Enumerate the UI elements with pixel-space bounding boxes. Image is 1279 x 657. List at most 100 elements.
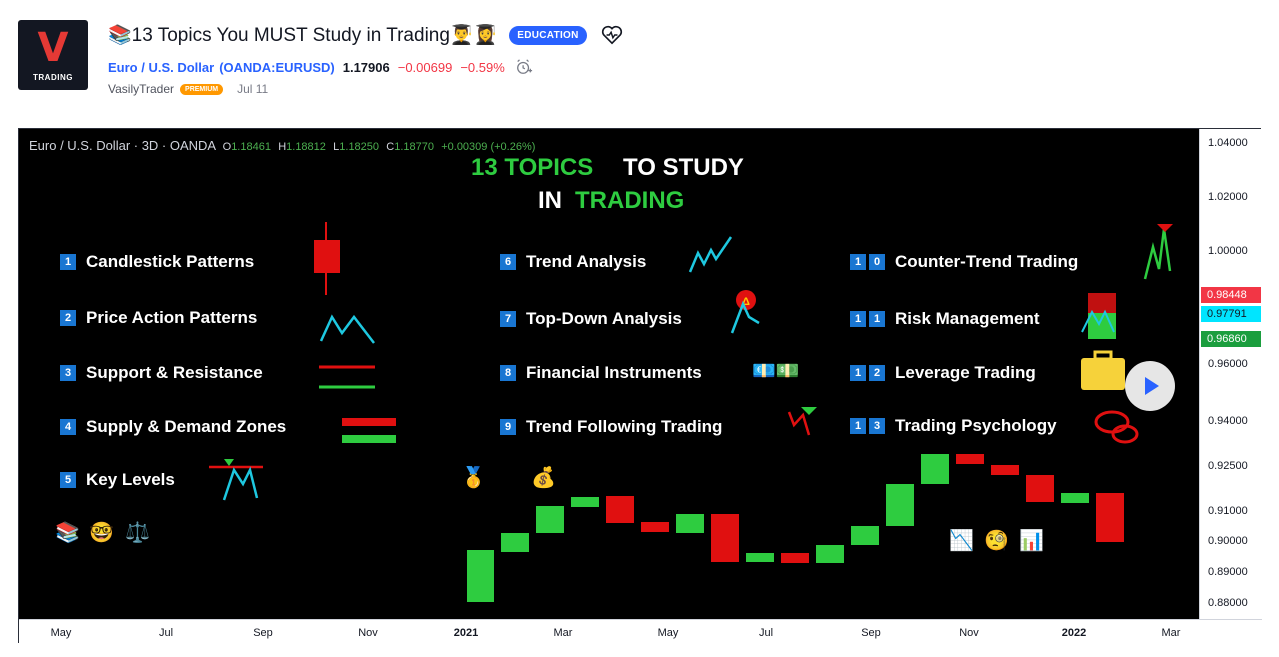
candle — [536, 506, 564, 533]
idea-header: V TRADING 📚13 Topics You MUST Study in T… — [0, 0, 1279, 120]
topic-6: 6 Trend Analysis — [500, 252, 646, 272]
price-tick: 0.91000 — [1208, 505, 1248, 517]
topic-11: 1 1 Risk Management — [850, 309, 1040, 329]
m-pattern-icon — [319, 314, 375, 344]
topic-2: 2 Price Action Patterns — [60, 308, 257, 328]
candle — [571, 497, 599, 507]
topic-1: 1 Candlestick Patterns — [60, 252, 254, 272]
trend-follow-icon — [787, 411, 811, 436]
price-tick: 0.90000 — [1208, 535, 1248, 547]
time-tick: Jul — [158, 627, 174, 639]
headline-to-study: TO STUDY — [623, 154, 744, 181]
monocle-face-icon: 🧐 — [984, 530, 1009, 552]
topic-3: 3 Support & Resistance — [60, 363, 263, 383]
time-tick: 2022 — [1061, 627, 1087, 639]
candle — [921, 454, 949, 484]
price-tick: 0.92500 — [1208, 460, 1248, 472]
bar-chart-icon: 📊 — [1019, 530, 1044, 552]
author-logo[interactable]: V TRADING — [18, 20, 88, 90]
candle — [467, 550, 494, 602]
topic-8: 8 Financial Instruments — [500, 363, 702, 383]
legend-close: 1.18770 — [394, 141, 434, 153]
topic-13: 1 3 Trading Psychology — [850, 416, 1057, 436]
price-change: −0.00699 — [397, 59, 453, 75]
sunglasses-face-icon: 😎 — [496, 467, 517, 489]
education-badge[interactable]: EDUCATION — [509, 25, 587, 45]
candle — [1061, 493, 1089, 503]
time-tick: Nov — [358, 627, 378, 639]
title-row: 📚13 Topics You MUST Study in Trading👨‍🎓👩… — [108, 23, 623, 47]
candle — [676, 514, 704, 533]
publish-date: Jul 11 — [237, 82, 269, 96]
headline-in: IN — [538, 187, 562, 214]
books-icon: 📚 — [55, 522, 80, 544]
alert-clock-icon[interactable] — [515, 58, 533, 76]
symbol-code[interactable]: (OANDA:EURUSD) — [219, 60, 335, 75]
price-label-cyan: 0.97791 — [1201, 306, 1261, 322]
candle — [641, 522, 669, 532]
symbol-row: Euro / U.S. Dollar (OANDA:EURUSD) 1.1790… — [108, 58, 533, 76]
candle — [886, 484, 914, 526]
topic-4: 4 Supply & Demand Zones — [60, 417, 286, 437]
speech-bubbles-icon — [1094, 410, 1130, 434]
scales-icon: ⚖️ — [125, 522, 150, 544]
chart-canvas[interactable]: Δ Euro / U.S. Dollar · 3D · OANDA O1.184… — [19, 129, 1199, 619]
candle — [851, 526, 879, 545]
price-axis[interactable]: 1.04000 1.02000 1.00000 0.98448 0.97791 … — [1199, 129, 1262, 619]
author-name[interactable]: VasilyTrader — [108, 82, 174, 96]
topic-12: 1 2 Leverage Trading — [850, 363, 1036, 383]
legend-symbol[interactable]: Euro / U.S. Dollar · 3D · OANDA — [29, 138, 215, 153]
headline-topics: 13 TOPICS — [471, 154, 594, 181]
time-tick: 2021 — [453, 627, 479, 639]
time-tick: Jul — [758, 627, 774, 639]
price-tick: 0.96000 — [1208, 358, 1248, 370]
time-tick: May — [657, 627, 679, 639]
time-tick: Mar — [1161, 627, 1181, 639]
topic-7: 7 Top-Down Analysis — [500, 309, 682, 329]
counter-trend-icon — [1143, 228, 1172, 280]
candle — [746, 553, 774, 562]
time-axis[interactable]: May Jul Sep Nov 2021 Mar May Jul Sep Nov… — [19, 619, 1262, 644]
symbol-name[interactable]: Euro / U.S. Dollar — [108, 60, 214, 75]
risk-icon — [1088, 293, 1116, 313]
price-tick: 1.02000 — [1208, 191, 1248, 203]
legend-change: +0.00309 (+0.26%) — [441, 141, 536, 153]
price-tick: 0.89000 — [1208, 566, 1248, 578]
topic-10: 1 0 Counter-Trend Trading — [850, 252, 1078, 272]
trend-icon — [688, 236, 733, 273]
price-tick: 0.88000 — [1208, 597, 1248, 609]
candle — [956, 454, 984, 464]
time-tick: May — [50, 627, 72, 639]
topic-9: 9 Trend Following Trading — [500, 417, 722, 437]
supply-demand-icon — [342, 418, 396, 426]
logo-text: TRADING — [33, 72, 73, 82]
price-tick: 1.00000 — [1208, 245, 1248, 257]
price-tick: 1.04000 — [1208, 137, 1248, 149]
nerd-face-icon: 🤓 — [89, 522, 114, 544]
candle — [1026, 475, 1054, 502]
candle — [781, 553, 809, 563]
time-tick: Sep — [861, 627, 881, 639]
time-tick: Nov — [959, 627, 979, 639]
chart-panel[interactable]: Δ Euro / U.S. Dollar · 3D · OANDA O1.184… — [18, 128, 1262, 644]
last-price: 1.17906 — [342, 59, 390, 75]
candle — [1096, 493, 1124, 542]
boost-heart-icon[interactable] — [601, 25, 623, 45]
money-bag-icon: 💰 — [531, 467, 556, 489]
time-tick: Mar — [553, 627, 573, 639]
premium-badge: PREMIUM — [180, 83, 224, 95]
idea-title: 📚13 Topics You MUST Study in Trading👨‍🎓👩… — [108, 25, 498, 46]
price-label-green: 0.96860 — [1201, 331, 1261, 347]
briefcase-icon — [1081, 358, 1125, 390]
price-change-percent: −0.59% — [460, 59, 505, 75]
legend-high: 1.18812 — [286, 141, 326, 153]
candle — [501, 533, 529, 552]
logo-letter: V — [37, 24, 69, 71]
play-button[interactable] — [1125, 361, 1175, 411]
candle — [991, 465, 1019, 475]
price-label-red: 0.98448 — [1201, 287, 1261, 303]
headline-trading: TRADING — [575, 187, 685, 214]
chart-decreasing-icon: 📉 — [949, 530, 974, 552]
candle — [606, 496, 634, 523]
candle — [816, 545, 844, 563]
